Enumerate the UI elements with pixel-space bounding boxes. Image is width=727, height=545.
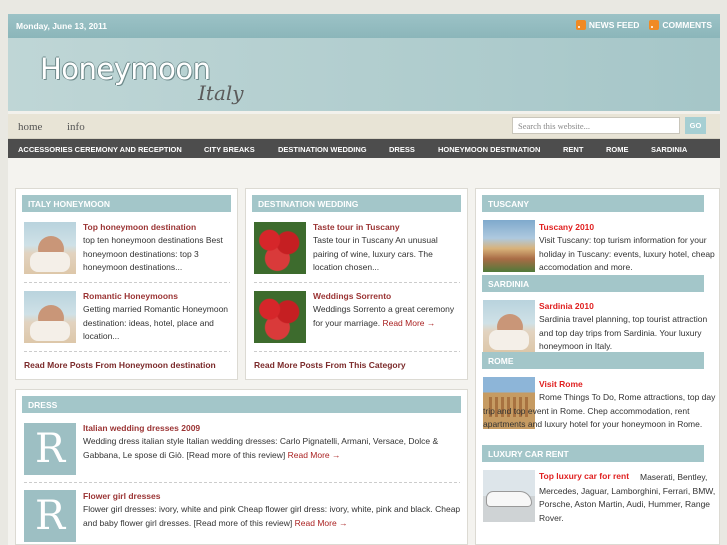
read-more-link[interactable]: Read More → (382, 318, 435, 328)
post-excerpt: top ten honeymoon destinations Best hone… (83, 235, 223, 272)
post-excerpt: Taste tour in Tuscany An unusual pairing… (313, 235, 438, 272)
sub-bar (8, 158, 720, 176)
news-feed-link[interactable]: NEWS FEED (575, 20, 640, 30)
post-excerpt: Weddings Sorrento a great ceremony for y… (313, 303, 463, 330)
post-placeholder-thumbnail[interactable]: R (24, 490, 76, 542)
roses-thumbnail[interactable] (254, 222, 306, 274)
excerpt-text: Wedding dress italian style Italian wedd… (83, 436, 439, 460)
site-logo[interactable]: Honeymoon (40, 52, 211, 86)
roses-thumbnail[interactable] (254, 291, 306, 343)
search-go-button[interactable]: GO (685, 117, 706, 134)
sidebar-heading[interactable]: Visit Rome (539, 379, 583, 389)
rss-icon (649, 20, 660, 30)
couple-thumbnail[interactable] (24, 291, 76, 343)
rss-icon (575, 20, 586, 30)
sidebar-title-sardinia: SARDINIA (482, 275, 704, 292)
post-title[interactable]: Flower girl dresses (83, 491, 160, 501)
comments-feed-link[interactable]: COMMENTS (649, 20, 712, 30)
cat-sardinia[interactable]: SARDINIA (651, 139, 687, 154)
cat-dress[interactable]: DRESS (389, 139, 415, 154)
post-title[interactable]: Romantic Honeymoons (83, 291, 178, 301)
post-placeholder-thumbnail[interactable]: R (24, 423, 76, 475)
sidebar-title-car-rent: LUXURY CAR RENT (482, 445, 704, 462)
feed-links: NEWS FEED COMMENTS (575, 20, 712, 30)
excerpt-text: Flower girl dresses: ivory, white and pi… (83, 504, 461, 528)
sidebar-heading[interactable]: Sardinia 2010 (539, 301, 594, 311)
post-excerpt: Flower girl dresses: ivory, white and pi… (83, 503, 463, 530)
page: Monday, June 13, 2011 NEWS FEED COMMENTS… (8, 14, 720, 545)
post-excerpt: Getting married Romantic Honeymoon desti… (83, 304, 229, 341)
top-bar: Monday, June 13, 2011 NEWS FEED COMMENTS (8, 14, 720, 38)
sidebar-heading[interactable]: Tuscany 2010 (539, 222, 594, 232)
panel-title: DRESS (22, 396, 461, 413)
cat-accessories[interactable]: ACCESSORIES CEREMONY AND RECEPTION (18, 139, 182, 154)
post-excerpt: Wedding dress italian style Italian wedd… (83, 435, 463, 462)
date-label: Monday, June 13, 2011 (16, 21, 108, 31)
cat-rome[interactable]: ROME (606, 139, 629, 154)
panel-title: DESTINATION WEDDING (252, 195, 461, 212)
search-input[interactable]: Search this website... (512, 117, 680, 134)
read-more-link[interactable]: Read More Posts From Honeymoon destinati… (24, 360, 216, 370)
divider (254, 351, 460, 352)
sardinia-thumbnail[interactable] (483, 300, 535, 352)
read-more-link[interactable]: Read More Posts From This Category (254, 360, 406, 370)
sidebar-text: Sardinia travel planning, top tourist at… (539, 314, 708, 351)
post-title[interactable]: Top honeymoon destination (83, 222, 196, 232)
dress-panel: DRESS R Italian wedding dresses 2009 Wed… (15, 389, 468, 545)
post-title[interactable]: Taste tour in Tuscany (313, 222, 400, 232)
couple-thumbnail[interactable] (24, 222, 76, 274)
sidebar: TUSCANY Tuscany 2010 Visit Tuscany: top … (475, 188, 720, 545)
divider (254, 282, 460, 283)
honeymoon-panel: ITALY HONEYMOON Top honeymoon destinatio… (15, 188, 238, 380)
car-thumbnail[interactable] (483, 470, 535, 522)
panel-title: ITALY HONEYMOON (22, 195, 231, 212)
cat-destination-wedding[interactable]: DESTINATION WEDDING (278, 139, 367, 154)
sidebar-title-rome: ROME (482, 352, 704, 369)
site-header: Honeymoon Italy (8, 38, 720, 111)
post-title[interactable]: Weddings Sorrento (313, 291, 391, 301)
category-bar: ACCESSORIES CEREMONY AND RECEPTION CITY … (8, 139, 720, 158)
post-title[interactable]: Italian wedding dresses 2009 (83, 423, 200, 433)
sidebar-title-tuscany: TUSCANY (482, 195, 704, 212)
sidebar-text: Visit Tuscany: top turism information fo… (539, 235, 715, 272)
read-more-link[interactable]: Read More → (288, 450, 341, 460)
read-more-link[interactable]: Read More → (295, 518, 348, 528)
wedding-panel: DESTINATION WEDDING Taste tour in Tuscan… (245, 188, 468, 380)
cat-honeymoon-destination[interactable]: HONEYMOON DESTINATION (438, 139, 540, 154)
divider (24, 351, 230, 352)
news-feed-label: NEWS FEED (588, 20, 640, 30)
cat-rent[interactable]: RENT (563, 139, 583, 154)
main-nav: home info Search this website... GO (8, 114, 720, 139)
comments-feed-label: COMMENTS (662, 20, 712, 30)
divider (24, 282, 230, 283)
divider (24, 482, 460, 483)
site-logo-subtitle[interactable]: Italy (198, 81, 244, 105)
nav-home[interactable]: home (18, 121, 42, 133)
sidebar-text: Maserati, Bentley, Mercedes, Jaguar, Lam… (539, 472, 716, 523)
cat-city-breaks[interactable]: CITY BREAKS (204, 139, 255, 154)
nav-info[interactable]: info (67, 121, 85, 133)
tuscany-thumbnail[interactable] (483, 220, 535, 272)
sidebar-text: Rome Things To Do, Rome attractions, top… (483, 392, 716, 429)
